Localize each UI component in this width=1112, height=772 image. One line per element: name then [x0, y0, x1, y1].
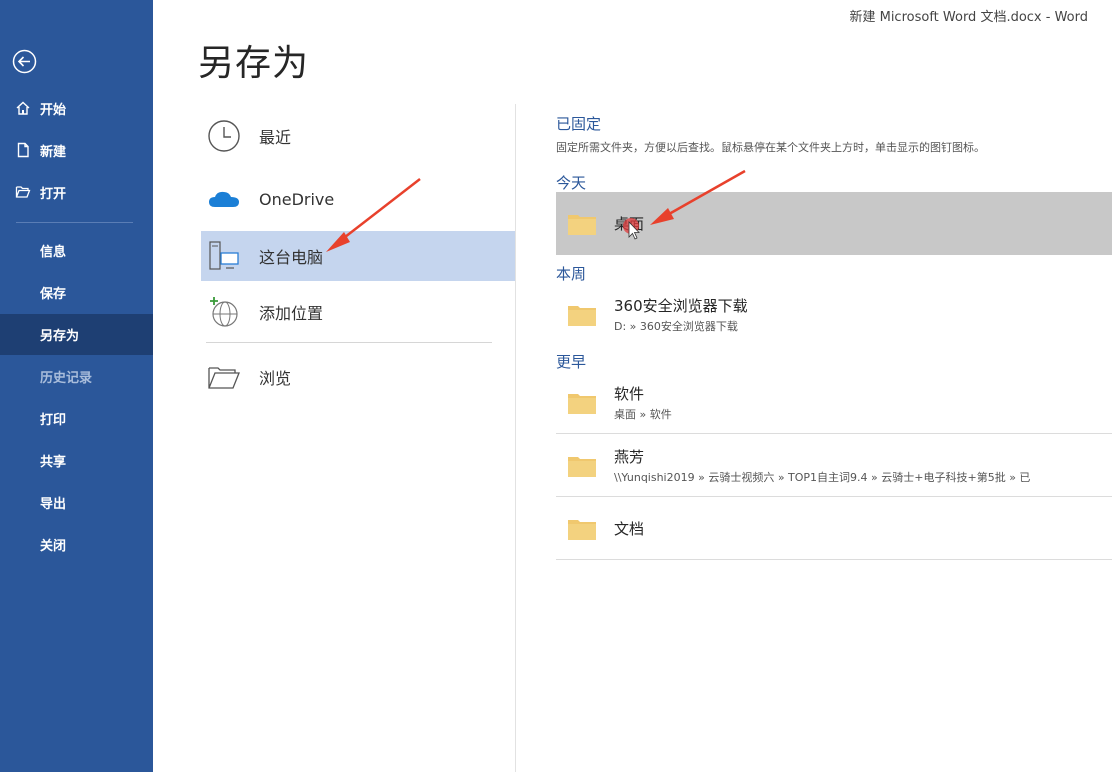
- sidebar-item-label: 另存为: [40, 329, 80, 344]
- sidebar-item-share[interactable]: 共享: [0, 440, 153, 480]
- location-label: 添加位置: [259, 304, 324, 323]
- pane-divider: [515, 104, 516, 772]
- location-recent[interactable]: 最近: [201, 111, 516, 161]
- location-label: OneDrive: [259, 189, 335, 209]
- folder-row-documents[interactable]: 文档: [556, 497, 1112, 559]
- sidebar-item-label: 开始: [40, 102, 67, 118]
- clock-icon: [208, 120, 240, 152]
- folder-path: \\Yunqishi2019 » 云骑士视频六 » TOP1自主词9.4 » 云…: [614, 471, 1031, 484]
- sidebar-item-print[interactable]: 打印: [0, 398, 153, 438]
- sidebar-item-label: 新建: [40, 144, 67, 160]
- sidebar-item-label: 信息: [40, 244, 67, 260]
- folder-icon: [568, 215, 596, 235]
- sidebar-item-new[interactable]: 新建: [0, 130, 153, 170]
- folder-row-yanfang[interactable]: 燕芳 \\Yunqishi2019 » 云骑士视频六 » TOP1自主词9.4 …: [556, 434, 1112, 496]
- folder-icon: [568, 457, 596, 477]
- sidebar-item-label: 打开: [40, 186, 67, 202]
- group-title-this-week: 本周: [556, 265, 587, 283]
- sidebar-item-home[interactable]: 开始: [0, 88, 153, 128]
- row-divider: [556, 559, 1112, 560]
- folder-path: D: » 360安全浏览器下载: [614, 320, 738, 333]
- pinned-description: 固定所需文件夹，方便以后查找。鼠标悬停在某个文件夹上方时，单击显示的图钉图标。: [556, 141, 985, 154]
- page-title: 另存为: [198, 43, 310, 84]
- sidebar-item-history: 历史记录: [0, 356, 153, 396]
- location-add-place[interactable]: 添加位置: [201, 287, 516, 337]
- sidebar-item-label: 关闭: [40, 538, 67, 554]
- location-browse[interactable]: 浏览: [201, 352, 516, 402]
- cursor-pointer-icon: [623, 218, 640, 240]
- browse-folder-icon: [208, 367, 240, 389]
- backstage-sidebar: 开始 新建 打开 信息 保存 另存为 历史记录 打印 共享 导出 关闭: [0, 0, 153, 772]
- location-this-pc[interactable]: 这台电脑: [201, 231, 516, 281]
- folder-name: 软件: [614, 385, 645, 403]
- sidebar-item-info[interactable]: 信息: [0, 230, 153, 270]
- folder-name: 燕芳: [614, 448, 645, 466]
- sidebar-item-save[interactable]: 保存: [0, 272, 153, 312]
- pinned-section-title: 已固定: [556, 115, 602, 133]
- folder-path: 桌面 » 软件: [614, 408, 672, 421]
- location-divider: [206, 342, 492, 343]
- cloud-icon: [209, 191, 239, 207]
- sidebar-item-label: 共享: [40, 454, 67, 470]
- group-title-today: 今天: [556, 174, 587, 192]
- location-label: 浏览: [259, 369, 292, 388]
- this-pc-icon: [209, 241, 239, 270]
- folder-row-desktop[interactable]: 桌面: [556, 192, 1112, 255]
- sidebar-item-label: 打印: [40, 412, 67, 428]
- sidebar-item-label: 历史记录: [40, 370, 93, 386]
- sidebar-item-save-as[interactable]: 另存为: [0, 314, 153, 355]
- home-icon: [16, 101, 30, 115]
- folder-name: 文档: [614, 520, 645, 538]
- group-title-earlier: 更早: [556, 353, 587, 371]
- location-label: 最近: [259, 128, 292, 147]
- folder-row-software[interactable]: 软件 桌面 » 软件: [556, 372, 1112, 432]
- sidebar-item-label: 导出: [40, 496, 67, 512]
- location-onedrive[interactable]: OneDrive: [201, 174, 516, 224]
- folder-row-360-download[interactable]: 360安全浏览器下载 D: » 360安全浏览器下载: [556, 285, 1112, 345]
- sidebar-item-open[interactable]: 打开: [0, 172, 153, 212]
- sidebar-item-close[interactable]: 关闭: [0, 524, 153, 564]
- folder-icon: [568, 520, 596, 540]
- sidebar-item-label: 保存: [40, 286, 67, 302]
- window-title: 新建 Microsoft Word 文档.docx - Word: [849, 10, 1088, 25]
- folder-icon: [568, 394, 596, 414]
- location-label: 这台电脑: [259, 248, 324, 267]
- folder-icon: [568, 306, 596, 326]
- sidebar-divider: [16, 222, 133, 223]
- new-document-icon: [17, 142, 29, 158]
- open-folder-icon: [15, 186, 31, 198]
- add-location-globe-icon: [210, 297, 238, 327]
- sidebar-item-export[interactable]: 导出: [0, 482, 153, 522]
- folder-name: 360安全浏览器下载: [614, 297, 748, 315]
- back-arrow-icon[interactable]: [12, 49, 37, 74]
